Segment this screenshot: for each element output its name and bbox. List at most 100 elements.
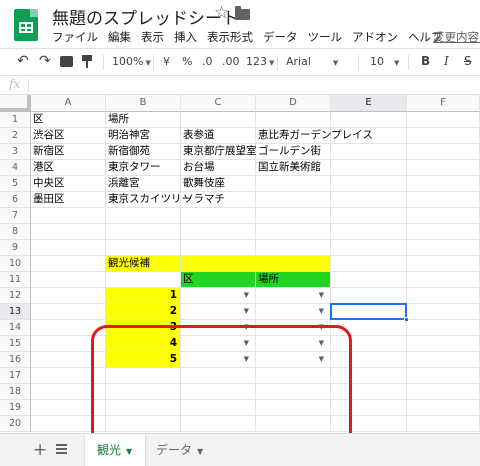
currency-format-button[interactable]: ¥ [163, 55, 170, 68]
cell-f1[interactable] [407, 112, 480, 128]
cell-a9[interactable] [31, 240, 106, 256]
all-sheets-icon[interactable] [56, 444, 67, 454]
cell-c5[interactable]: 歌舞伎座 [181, 176, 256, 192]
cell-d7[interactable] [256, 208, 331, 224]
menu-format[interactable]: 表示形式 [207, 29, 253, 45]
row-header-2[interactable]: 2 [0, 128, 31, 144]
strikethrough-button[interactable]: S [464, 54, 472, 68]
star-icon[interactable]: ☆ [214, 3, 229, 23]
cell-d11[interactable]: 場所 [256, 272, 331, 288]
row-header-7[interactable]: 7 [0, 208, 31, 224]
cell-c4[interactable]: お台場 [181, 160, 256, 176]
cell-d2[interactable]: 恵比寿ガーデンプレイス [256, 128, 373, 144]
cell-d12[interactable]: ▼ [256, 288, 331, 304]
cell-e8[interactable] [331, 224, 407, 240]
menu-insert[interactable]: 挿入 [174, 29, 197, 45]
cell-a12[interactable] [31, 288, 106, 304]
row-header-18[interactable]: 18 [0, 384, 31, 400]
cell-f18[interactable] [407, 384, 480, 400]
column-header-a[interactable]: A [31, 95, 106, 112]
cell-f10[interactable] [407, 256, 480, 272]
cell-d13[interactable]: ▼ [256, 304, 331, 320]
cell-f3[interactable] [407, 144, 480, 160]
menu-view[interactable]: 表示 [141, 29, 164, 45]
row-header-5[interactable]: 5 [0, 176, 31, 192]
cell-d6[interactable] [256, 192, 331, 208]
row-header-11[interactable]: 11 [0, 272, 31, 288]
zoom-select[interactable]: 100% ▼ [112, 55, 151, 68]
cell-c3[interactable]: 東京都庁展望室 [181, 144, 257, 160]
cell-e9[interactable] [331, 240, 407, 256]
cell-a11[interactable] [31, 272, 106, 288]
row-header-17[interactable]: 17 [0, 368, 31, 384]
cell-f12[interactable] [407, 288, 480, 304]
cell-e10[interactable] [331, 256, 407, 272]
cell-d4[interactable]: 国立新美術館 [256, 160, 331, 176]
cell-b6[interactable]: 東京スカイツリー [106, 192, 192, 208]
row-header-20[interactable]: 20 [0, 416, 31, 432]
row-header-6[interactable]: 6 [0, 192, 31, 208]
cell-a10[interactable] [31, 256, 106, 272]
italic-button[interactable]: I [444, 54, 449, 68]
row-header-15[interactable]: 15 [0, 336, 31, 352]
row-header-4[interactable]: 4 [0, 160, 31, 176]
row-header-13[interactable]: 13 [0, 304, 31, 320]
cell-e5[interactable] [331, 176, 407, 192]
cell-a4[interactable]: 港区 [31, 160, 106, 176]
increase-decimal-button[interactable]: .00 [222, 55, 240, 68]
decrease-decimal-button[interactable]: .0 [202, 55, 213, 68]
cell-e11[interactable] [331, 272, 407, 288]
cell-f16[interactable] [407, 352, 480, 368]
sheets-logo-icon[interactable] [14, 9, 38, 41]
column-header-d[interactable]: D [256, 95, 331, 112]
cell-c11[interactable]: 区 [181, 272, 256, 288]
column-header-c[interactable]: C [181, 95, 256, 112]
more-formats-select[interactable]: 123 ▼ [246, 55, 274, 68]
tab-kanko[interactable]: 観光 ▼ [85, 434, 145, 466]
row-header-9[interactable]: 9 [0, 240, 31, 256]
folder-icon[interactable] [235, 6, 250, 20]
redo-icon[interactable]: ↷ [39, 53, 51, 69]
cell-c8[interactable] [181, 224, 256, 240]
row-header-16[interactable]: 16 [0, 352, 31, 368]
cell-d3[interactable]: ゴールデン街 [256, 144, 331, 160]
plus-icon[interactable]: + [33, 440, 47, 460]
cell-a2[interactable]: 渋谷区 [31, 128, 106, 144]
cell-b11[interactable] [106, 272, 181, 288]
row-header-10[interactable]: 10 [0, 256, 31, 272]
cell-a7[interactable] [31, 208, 106, 224]
cell-f13[interactable] [407, 304, 480, 320]
cell-f6[interactable] [407, 192, 480, 208]
row-header-12[interactable]: 12 [0, 288, 31, 304]
column-header-b[interactable]: B [106, 95, 181, 112]
row-header-19[interactable]: 19 [0, 400, 31, 416]
cell-f14[interactable] [407, 320, 480, 336]
cell-b2[interactable]: 明治神宮 [106, 128, 181, 144]
cell-f15[interactable] [407, 336, 480, 352]
column-header-f[interactable]: F [407, 95, 480, 112]
cell-f20[interactable] [407, 416, 480, 432]
cell-e6[interactable] [331, 192, 407, 208]
cell-b8[interactable] [106, 224, 181, 240]
row-header-1[interactable]: 1 [0, 112, 31, 128]
cell-e4[interactable] [331, 160, 407, 176]
cell-a5[interactable]: 中央区 [31, 176, 106, 192]
cell-b12[interactable]: 1 [106, 288, 181, 304]
row-header-14[interactable]: 14 [0, 320, 31, 336]
row-header-3[interactable]: 3 [0, 144, 31, 160]
menu-edit[interactable]: 編集 [108, 29, 131, 45]
cell-c6[interactable]: ソラマチ [181, 192, 256, 208]
cell-c12[interactable]: ▼ [181, 288, 256, 304]
cell-e3[interactable] [331, 144, 407, 160]
cell-f9[interactable] [407, 240, 480, 256]
cell-e1[interactable] [331, 112, 407, 128]
cell-f19[interactable] [407, 400, 480, 416]
document-title[interactable]: 無題のスプレッドシート [52, 4, 239, 29]
dropdown-arrow-icon[interactable]: ▼ [319, 288, 324, 303]
cell-d5[interactable] [256, 176, 331, 192]
cell-b10[interactable]: 観光候補 [106, 256, 181, 272]
cell-d1[interactable] [256, 112, 331, 128]
dropdown-arrow-icon[interactable]: ▼ [319, 304, 324, 319]
cell-b13[interactable]: 2 [106, 304, 181, 320]
cell-b5[interactable]: 浜離宮 [106, 176, 181, 192]
